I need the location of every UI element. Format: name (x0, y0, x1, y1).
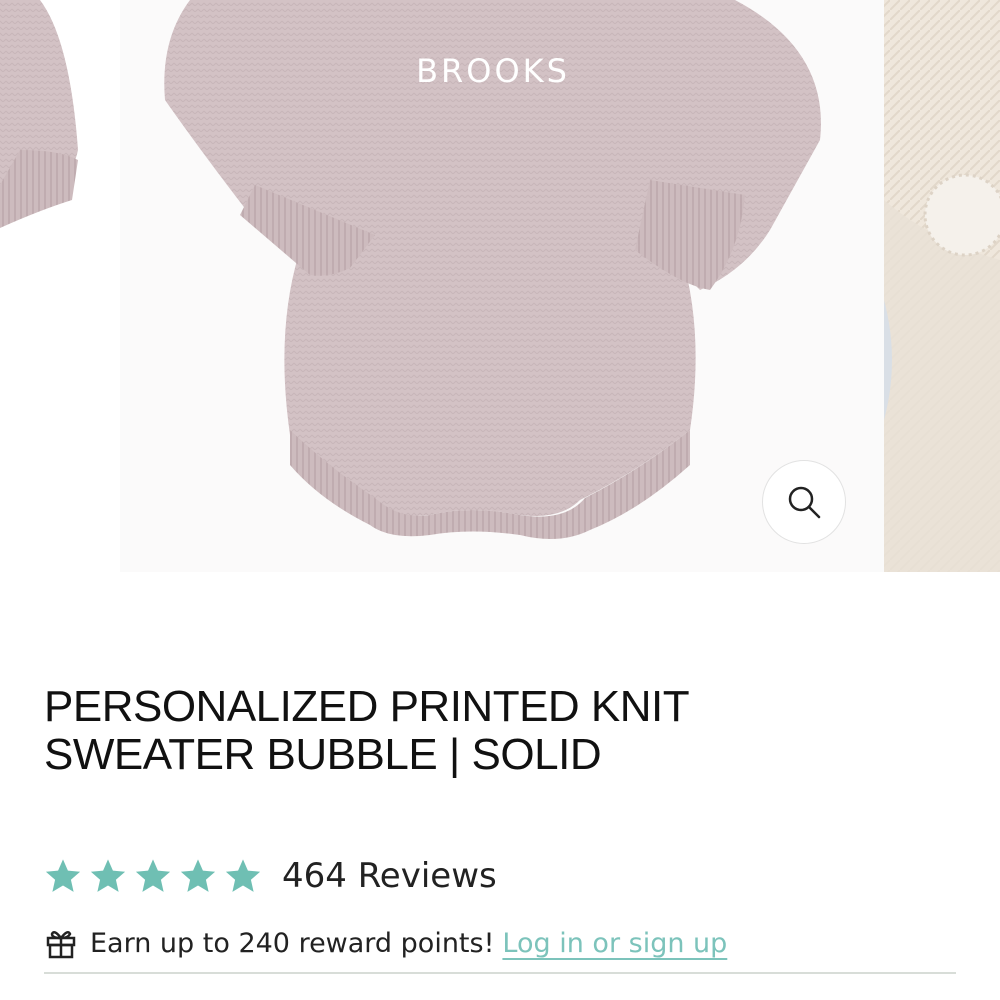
star-icon (225, 859, 261, 892)
rewards-banner: Earn up to 240 reward points! Log in or … (44, 926, 727, 960)
product-rating[interactable]: 464 Reviews (44, 852, 497, 900)
star-icon (45, 859, 81, 892)
star-rating (44, 857, 262, 895)
product-image-gallery[interactable]: BROOKS (0, 0, 1000, 572)
rewards-text: Earn up to 240 reward points! (90, 927, 495, 959)
magnifier-icon (788, 486, 821, 519)
gallery-images: BROOKS (0, 0, 1000, 572)
main-image-print-text: BROOKS (416, 52, 570, 90)
star-icon (135, 859, 171, 892)
zoom-button[interactable] (762, 460, 846, 544)
main-product-image: BROOKS (130, 0, 870, 572)
reviews-count-link[interactable]: 464 Reviews (282, 856, 497, 896)
login-signup-link[interactable]: Log in or sign up (502, 928, 727, 959)
product-title-line-2: SWEATER BUBBLE | SOLID (44, 730, 602, 779)
product-title: PERSONALIZED PRINTED KNIT SWEATER BUBBLE… (44, 683, 944, 779)
product-title-line-1: PERSONALIZED PRINTED KNIT (44, 682, 690, 731)
left-thumbnail-image (0, 0, 120, 572)
right-thumbnail-image (884, 0, 1000, 572)
section-divider (44, 972, 956, 974)
star-icon (180, 859, 216, 892)
star-icon (90, 859, 126, 892)
gift-icon (46, 930, 76, 959)
